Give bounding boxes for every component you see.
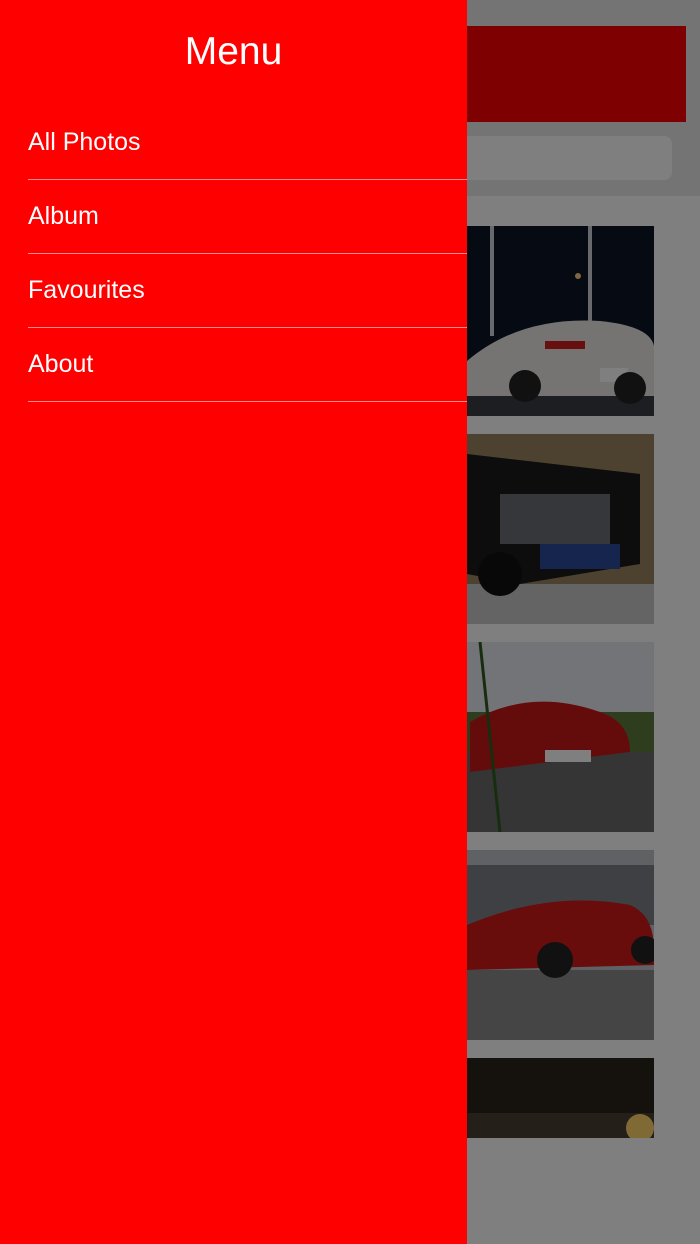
menu-item-label: About [28, 350, 94, 378]
side-menu: Menu All Photos Album Favourites About [0, 0, 467, 1244]
menu-item-about[interactable]: About [0, 328, 467, 402]
menu-title: Menu [184, 30, 283, 73]
menu-item-favourites[interactable]: Favourites [0, 254, 467, 328]
menu-item-all-photos[interactable]: All Photos [0, 106, 467, 180]
menu-item-label: Album [28, 202, 99, 230]
menu-item-album[interactable]: Album [0, 180, 467, 254]
menu-item-label: All Photos [28, 128, 141, 156]
menu-list: All Photos Album Favourites About [0, 106, 467, 402]
menu-item-label: Favourites [28, 276, 145, 304]
